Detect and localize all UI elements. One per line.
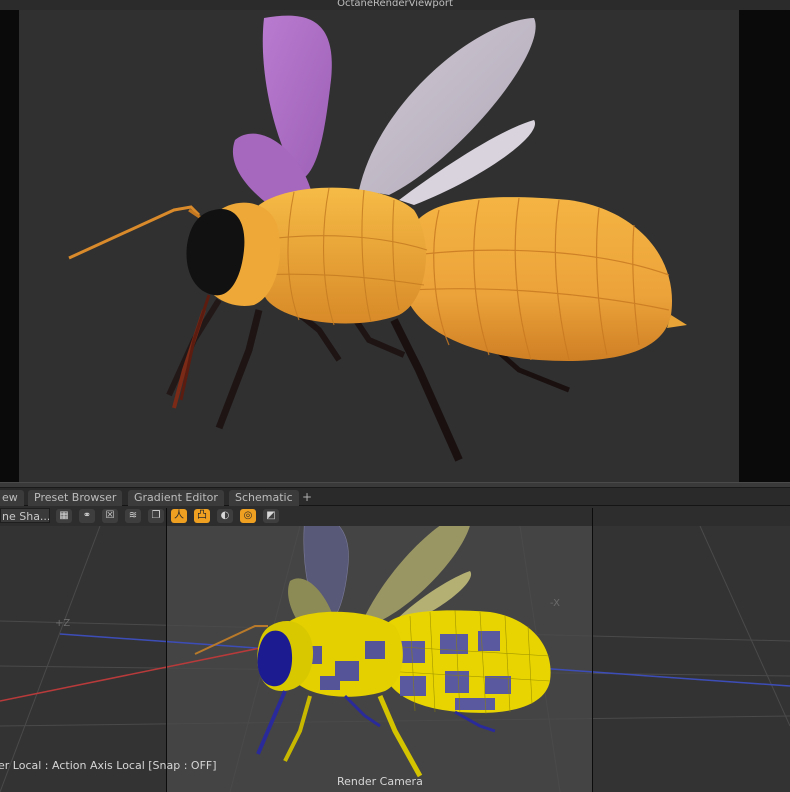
diagonal-icon[interactable]: ◩ — [263, 509, 279, 523]
axis-z-label: +Z — [55, 618, 71, 629]
wireframe-scene — [0, 526, 790, 792]
camera-frame-right — [592, 508, 593, 792]
render-viewport[interactable] — [19, 10, 739, 482]
checker-icon[interactable]: ▦ — [56, 509, 72, 523]
half-circle-icon[interactable]: ◐ — [217, 509, 233, 523]
tab-bar: ew Preset Browser Gradient Editor Schema… — [0, 488, 790, 506]
double-ring-icon[interactable]: ◎ — [240, 509, 256, 523]
tab-view[interactable]: ew — [0, 490, 24, 506]
viewport-toolbar: ne Sha... ▦ ⚭ ☒ ≋ ❐ 人 凸 ◐ ◎ ◩ — [0, 506, 790, 526]
rings-icon[interactable]: ⚭ — [79, 509, 95, 523]
shader-dropdown[interactable]: ne Sha... — [0, 508, 50, 523]
camera-label: Render Camera — [337, 775, 423, 788]
add-tab-button[interactable]: + — [302, 489, 312, 505]
tab-gradient-editor[interactable]: Gradient Editor — [128, 490, 224, 506]
copy-frame-icon[interactable]: ❐ — [148, 509, 164, 523]
figure-icon[interactable]: 人 — [171, 509, 187, 523]
cross-box-icon[interactable]: ☒ — [102, 509, 118, 523]
tab-preset-browser[interactable]: Preset Browser — [28, 490, 123, 506]
wave-lines-icon[interactable]: ≋ — [125, 509, 141, 523]
app-window: OctaneRenderViewport ew Preset Browser G… — [0, 0, 790, 792]
stamp-icon[interactable]: 凸 — [194, 509, 210, 523]
bee-render — [68, 15, 687, 462]
status-text: er Local : Action Axis Local [Snap : OFF… — [0, 759, 217, 772]
tab-schematic[interactable]: Schematic — [229, 490, 299, 506]
perspective-viewport[interactable]: +Z -X — [0, 526, 790, 792]
viewport-title: OctaneRenderViewport — [0, 0, 790, 10]
camera-frame-left — [166, 508, 167, 792]
axis-x-label: -X — [550, 598, 560, 609]
